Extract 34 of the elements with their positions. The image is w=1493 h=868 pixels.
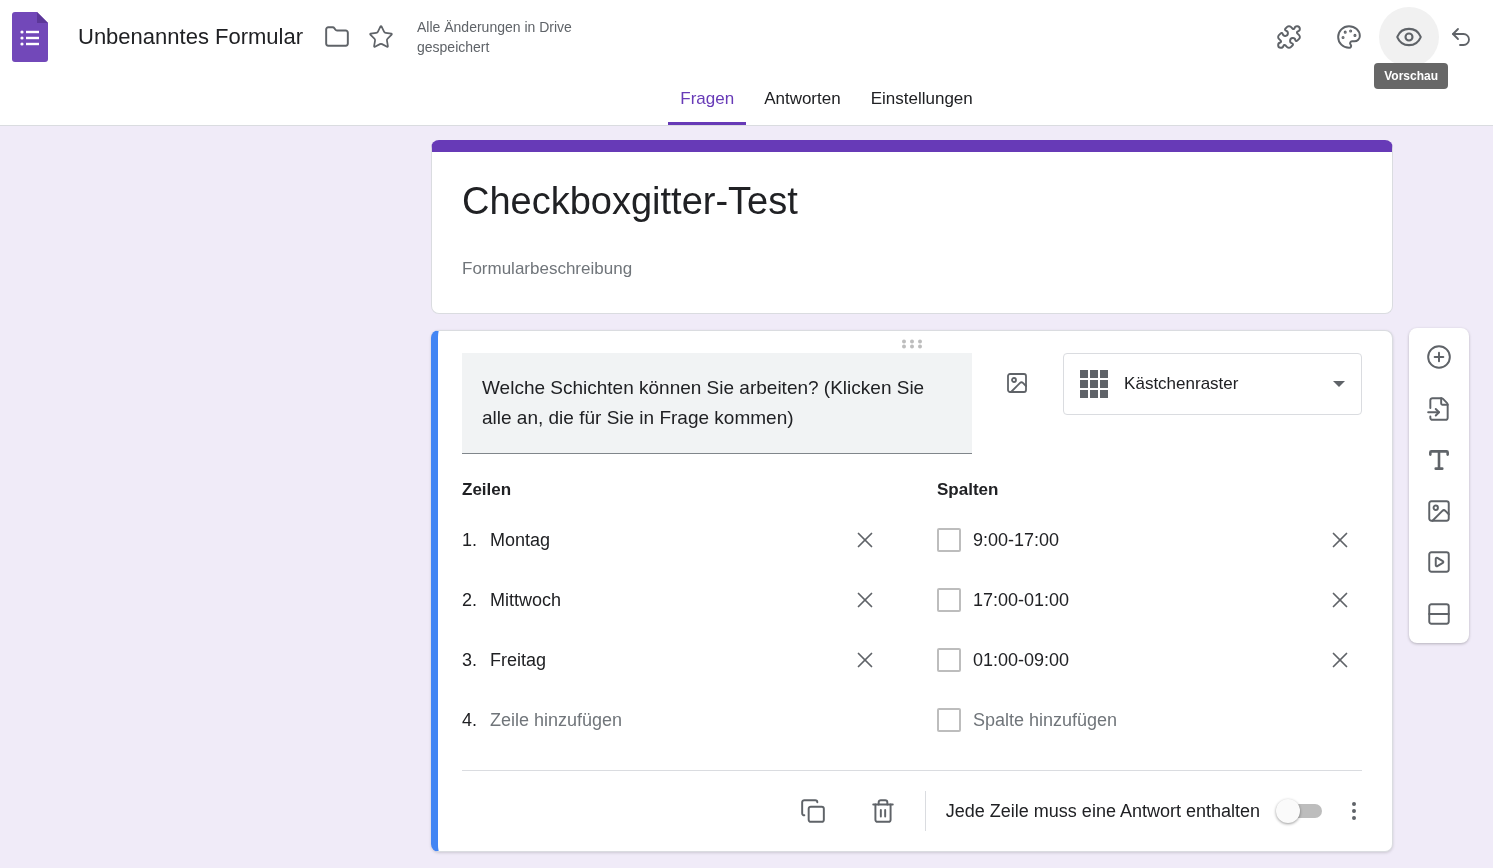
row-option[interactable]: Montag (490, 529, 831, 551)
row-number: 3. (462, 649, 478, 671)
add-column-field[interactable]: Spalte hinzufügen (973, 709, 1362, 731)
required-label: Jede Zeile muss eine Antwort enthalten (945, 800, 1260, 822)
description-field[interactable]: Formularbeschreibung (462, 259, 1362, 279)
question-type-dropdown[interactable]: Kästchenraster (1063, 353, 1362, 415)
form-title[interactable]: Checkboxgitter-Test (462, 180, 1362, 223)
grid-icon (1080, 370, 1109, 398)
required-toggle[interactable] (1276, 798, 1322, 824)
column-option[interactable]: 01:00-09:00 (973, 649, 1306, 671)
rows-heading: Zeilen (462, 480, 513, 500)
forms-logo[interactable] (12, 12, 48, 62)
row-number: 4. (462, 709, 478, 731)
column-option[interactable]: 9:00-17:00 (973, 529, 1306, 551)
add-row-field[interactable]: Zeile hinzufügen (490, 709, 887, 731)
drag-handle-icon[interactable] (901, 339, 923, 349)
tab[interactable]: Fragen (668, 85, 747, 125)
row-number: 1. (462, 529, 478, 551)
row-option[interactable]: Freitag (490, 649, 831, 671)
caret-icon (1333, 381, 1345, 387)
checkbox-icon (937, 588, 961, 612)
column-option[interactable]: 17:00-01:00 (973, 589, 1306, 611)
checkbox-icon (937, 528, 961, 552)
tab[interactable]: Antworten (752, 85, 853, 125)
save-status: Alle Änderungen in Drive gespeichert (417, 18, 573, 57)
row-number: 2. (462, 589, 478, 611)
columns-heading: Spalten (937, 480, 1000, 500)
checkbox-icon (937, 708, 961, 732)
question-field[interactable]: Welche Schichten können Sie arbeiten? (Klicken Sie alle an, die für Sie in Frage kommen) (462, 353, 972, 454)
tab[interactable]: Einstellungen (858, 85, 985, 125)
document-title[interactable]: Unbenanntes Formular (78, 24, 303, 50)
row-option[interactable]: Mittwoch (490, 589, 831, 611)
checkbox-icon (937, 648, 961, 672)
tooltip: Vorschau (1374, 63, 1448, 89)
